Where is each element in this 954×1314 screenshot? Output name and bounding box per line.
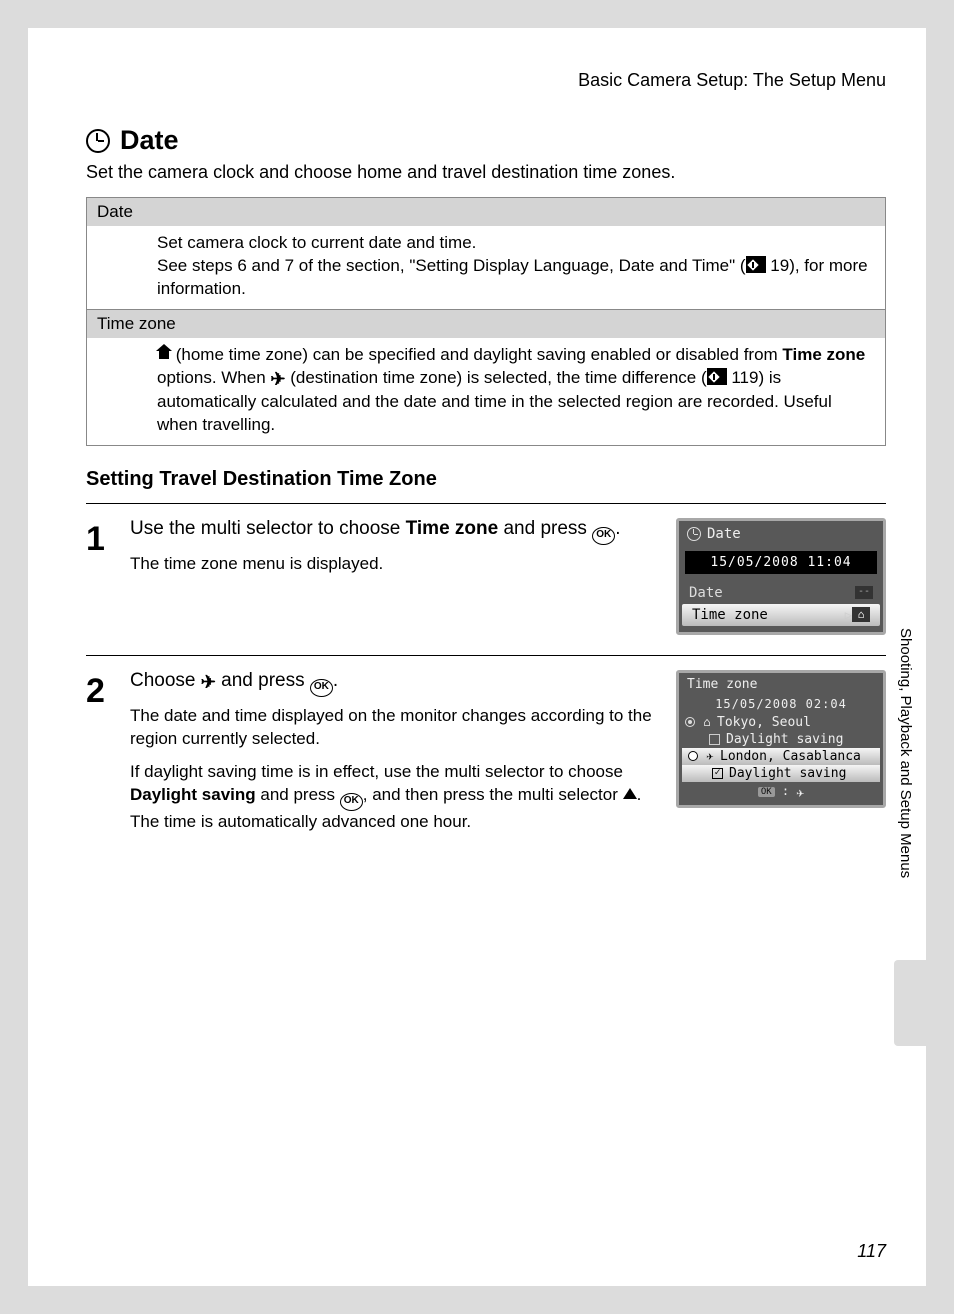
home-icon — [157, 348, 171, 360]
option-head-timezone: Time zone — [87, 310, 885, 338]
radio-icon — [688, 751, 698, 761]
chevron-right-icon: ▷ — [845, 608, 852, 622]
plane-icon: ✈ — [702, 749, 718, 763]
checkbox-checked-icon: ✓ — [712, 768, 723, 779]
clock-icon — [687, 527, 701, 541]
screen-titlebar: Date — [679, 521, 883, 547]
screen-datetime: 15/05/2008 02:04 — [679, 696, 883, 714]
screen-row-date: Date -- — [679, 582, 883, 604]
page-number: 117 — [857, 1241, 886, 1262]
sidebar-section-label: Shooting, Playback and Setup Menus — [897, 628, 914, 878]
step-number: 1 — [86, 518, 130, 635]
options-table: Date Set camera clock to current date an… — [86, 197, 886, 446]
camera-screen-date: Date 15/05/2008 11:04 Date -- Time zone … — [676, 518, 886, 635]
step-title: Choose ✈ and press OK. — [130, 670, 666, 697]
plane-icon: ✈ — [201, 672, 216, 693]
step-text: The time zone menu is displayed. — [130, 553, 666, 576]
table-row: Date Set camera clock to current date an… — [87, 198, 885, 310]
page-heading: Date — [86, 125, 886, 156]
ok-chip-icon: OK — [758, 787, 775, 797]
step-number: 2 — [86, 670, 130, 844]
up-arrow-icon — [623, 788, 637, 799]
option-body-date: Set camera clock to current date and tim… — [87, 226, 885, 309]
step-text: If daylight saving time is in effect, us… — [130, 761, 666, 834]
radio-selected-icon — [685, 717, 695, 727]
screen-row-timezone-selected: Time zone ▷ ⌂ — [682, 604, 880, 626]
section-title: Setting Travel Destination Time Zone — [86, 468, 886, 491]
home-zone-row: ⌂ Tokyo, Seoul — [679, 714, 883, 731]
step-1: 1 Use the multi selector to choose Time … — [86, 503, 886, 655]
screen-footer: OK : ✈ — [679, 782, 883, 805]
home-icon: ⌂ — [699, 715, 715, 729]
intro-text: Set the camera clock and choose home and… — [86, 162, 886, 183]
ok-button-icon: OK — [592, 527, 615, 545]
daylight-saving-row-selected: ✓ Daylight saving — [682, 765, 880, 782]
dash-icon: -- — [855, 586, 873, 599]
daylight-saving-row: Daylight saving — [679, 731, 883, 748]
plane-icon: ✈ — [796, 786, 804, 801]
home-icon: ⌂ — [852, 607, 870, 622]
reference-icon — [746, 256, 766, 273]
step-2: 2 Choose ✈ and press OK. The date and ti… — [86, 655, 886, 864]
header-title: Basic Camera Setup: The Setup Menu — [86, 70, 886, 91]
step-title: Use the multi selector to choose Time zo… — [130, 518, 666, 545]
ok-button-icon: OK — [310, 679, 333, 697]
reference-icon — [707, 368, 727, 385]
heading-text: Date — [120, 125, 179, 156]
checkbox-empty-icon — [709, 734, 720, 745]
step-body: Choose ✈ and press OK. The date and time… — [130, 670, 676, 844]
screen-titlebar: Time zone — [679, 673, 883, 696]
screen-datetime: 15/05/2008 11:04 — [685, 551, 877, 574]
table-row: Time zone (home time zone) can be specif… — [87, 310, 885, 445]
sidebar-tab — [894, 960, 926, 1046]
option-head-date: Date — [87, 198, 885, 226]
manual-page: Basic Camera Setup: The Setup Menu Date … — [28, 28, 926, 1286]
clock-icon — [86, 129, 110, 153]
option-body-timezone: (home time zone) can be specified and da… — [87, 338, 885, 445]
step-body: Use the multi selector to choose Time zo… — [130, 518, 676, 635]
dest-zone-row-selected: ✈ London, Casablanca — [682, 748, 880, 765]
camera-screen-timezone: Time zone 15/05/2008 02:04 ⌂ Tokyo, Seou… — [676, 670, 886, 844]
step-text: The date and time displayed on the monit… — [130, 705, 666, 751]
plane-icon: ✈ — [270, 367, 285, 391]
ok-button-icon: OK — [340, 793, 363, 811]
